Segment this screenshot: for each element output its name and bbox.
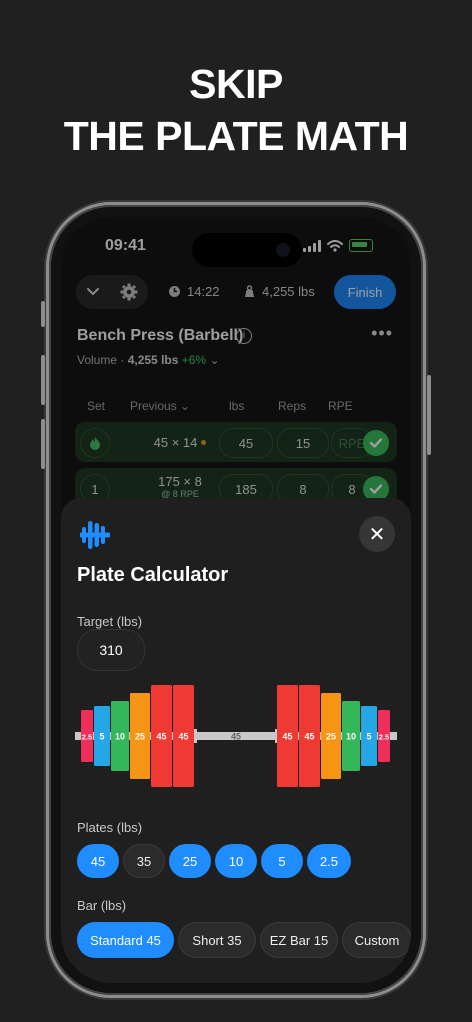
headline-line-2: THE PLATE MATH: [63, 113, 409, 159]
bar-weight-label: 45: [231, 732, 241, 742]
plates-label: Plates (lbs): [77, 820, 143, 835]
plate-label: 2.5: [82, 733, 92, 742]
bar-chip-custom[interactable]: Custom: [342, 922, 411, 958]
plate-label: 5: [99, 732, 104, 742]
power-button: [427, 375, 431, 455]
volume-up-button: [41, 355, 45, 405]
plate-calculator-sheet: ✕ Plate Calculator Target (lbs) 310 45 2.…: [61, 498, 411, 983]
plate-label: 10: [346, 732, 356, 742]
plate-label: 2.5: [379, 733, 389, 742]
target-input[interactable]: 310: [77, 629, 145, 671]
phone-frame: 09:41 14:22 4,255 lbs Finish Bench Press…: [41, 205, 431, 995]
plate-chip-10[interactable]: 10: [215, 844, 257, 878]
plate-chip-25[interactable]: 25: [169, 844, 211, 878]
sheet-title: Plate Calculator: [77, 564, 229, 586]
plate-label: 45: [304, 732, 314, 742]
screen: 09:41 14:22 4,255 lbs Finish Bench Press…: [61, 217, 411, 983]
plate-label: 25: [135, 732, 145, 742]
plates-logo-icon: [80, 521, 110, 549]
plate-label: 25: [326, 732, 336, 742]
bar-chip-ez-bar-15[interactable]: EZ Bar 15: [260, 922, 338, 958]
plate-chip-2-5[interactable]: 2.5: [307, 844, 351, 878]
headline: SKIP THE PLATE MATH: [0, 58, 472, 162]
bar-label: Bar (lbs): [77, 898, 127, 913]
headline-line-1: SKIP: [189, 61, 283, 107]
plate-label: 10: [115, 732, 125, 742]
plate-label: 45: [282, 732, 292, 742]
plate-chip-5[interactable]: 5: [261, 844, 303, 878]
plate-chip-35[interactable]: 35: [123, 844, 165, 878]
plate-label: 45: [156, 732, 166, 742]
plate-label: 5: [366, 732, 371, 742]
barbell-diagram: 45 2.5 5 10 25 45 45 45 45 25 10 5 2.5: [75, 685, 397, 787]
close-button[interactable]: ✕: [359, 516, 395, 552]
close-icon: ✕: [368, 523, 386, 546]
volume-down-button: [41, 419, 45, 469]
target-label: Target (lbs): [77, 614, 143, 629]
action-button: [41, 301, 45, 327]
bar-chip-short-35[interactable]: Short 35: [178, 922, 256, 958]
bar-chip-standard-45[interactable]: Standard 45: [77, 922, 174, 958]
plate-chip-45[interactable]: 45: [77, 844, 119, 878]
plate-label: 45: [178, 732, 188, 742]
